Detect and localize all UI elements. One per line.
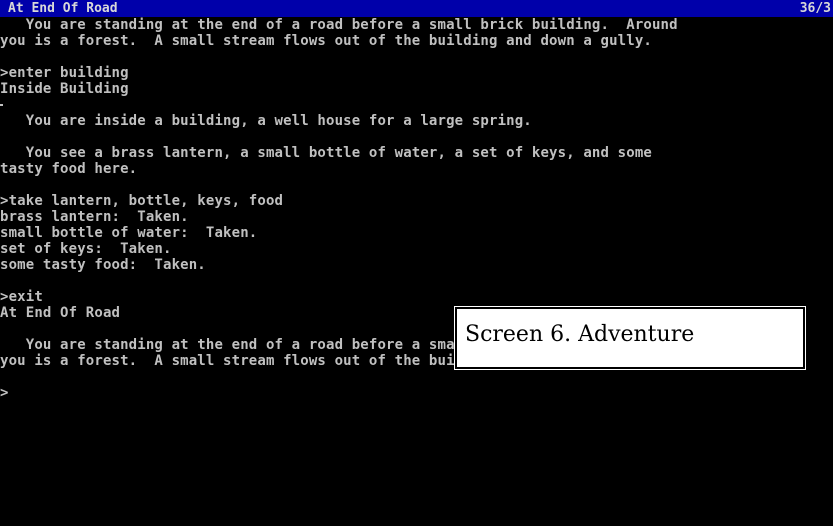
transcript-line: You are inside a building, a well house … [0,113,532,129]
input-prompt[interactable]: > [0,385,833,401]
transcript-line [0,177,833,193]
status-bar: At End Of Road 36/3 [0,0,833,17]
transcript-line: Inside Building [0,81,129,97]
transcript-line: you is a forest. A small stream flows ou… [0,33,652,49]
transcript-line: brass lantern: Taken. [0,209,189,225]
caption-box: Screen 6. Adventure [454,306,806,370]
transcript-line: some tasty food: Taken. [0,257,206,273]
transcript-line [0,129,833,145]
command-line: >enter building [0,65,129,81]
transcript-line [0,273,833,289]
transcript-line: You are standing at the end of a road be… [0,17,678,33]
transcript-line [0,97,833,113]
transcript-line: set of keys: Taken. [0,241,172,257]
caption-label: Screen 6. Adventure [465,322,695,347]
command-line: >exit [0,289,43,305]
command-line: >take lantern, bottle, keys, food [0,193,284,209]
transcript-line [0,369,833,385]
score-counter: 36/3 [799,1,831,16]
transcript-line [0,49,833,65]
transcript-line: tasty food here. [0,161,138,177]
transcript-line: You see a brass lantern, a small bottle … [0,145,652,161]
transcript-line: small bottle of water: Taken. [0,225,258,241]
location-title: At End Of Road [8,1,118,16]
